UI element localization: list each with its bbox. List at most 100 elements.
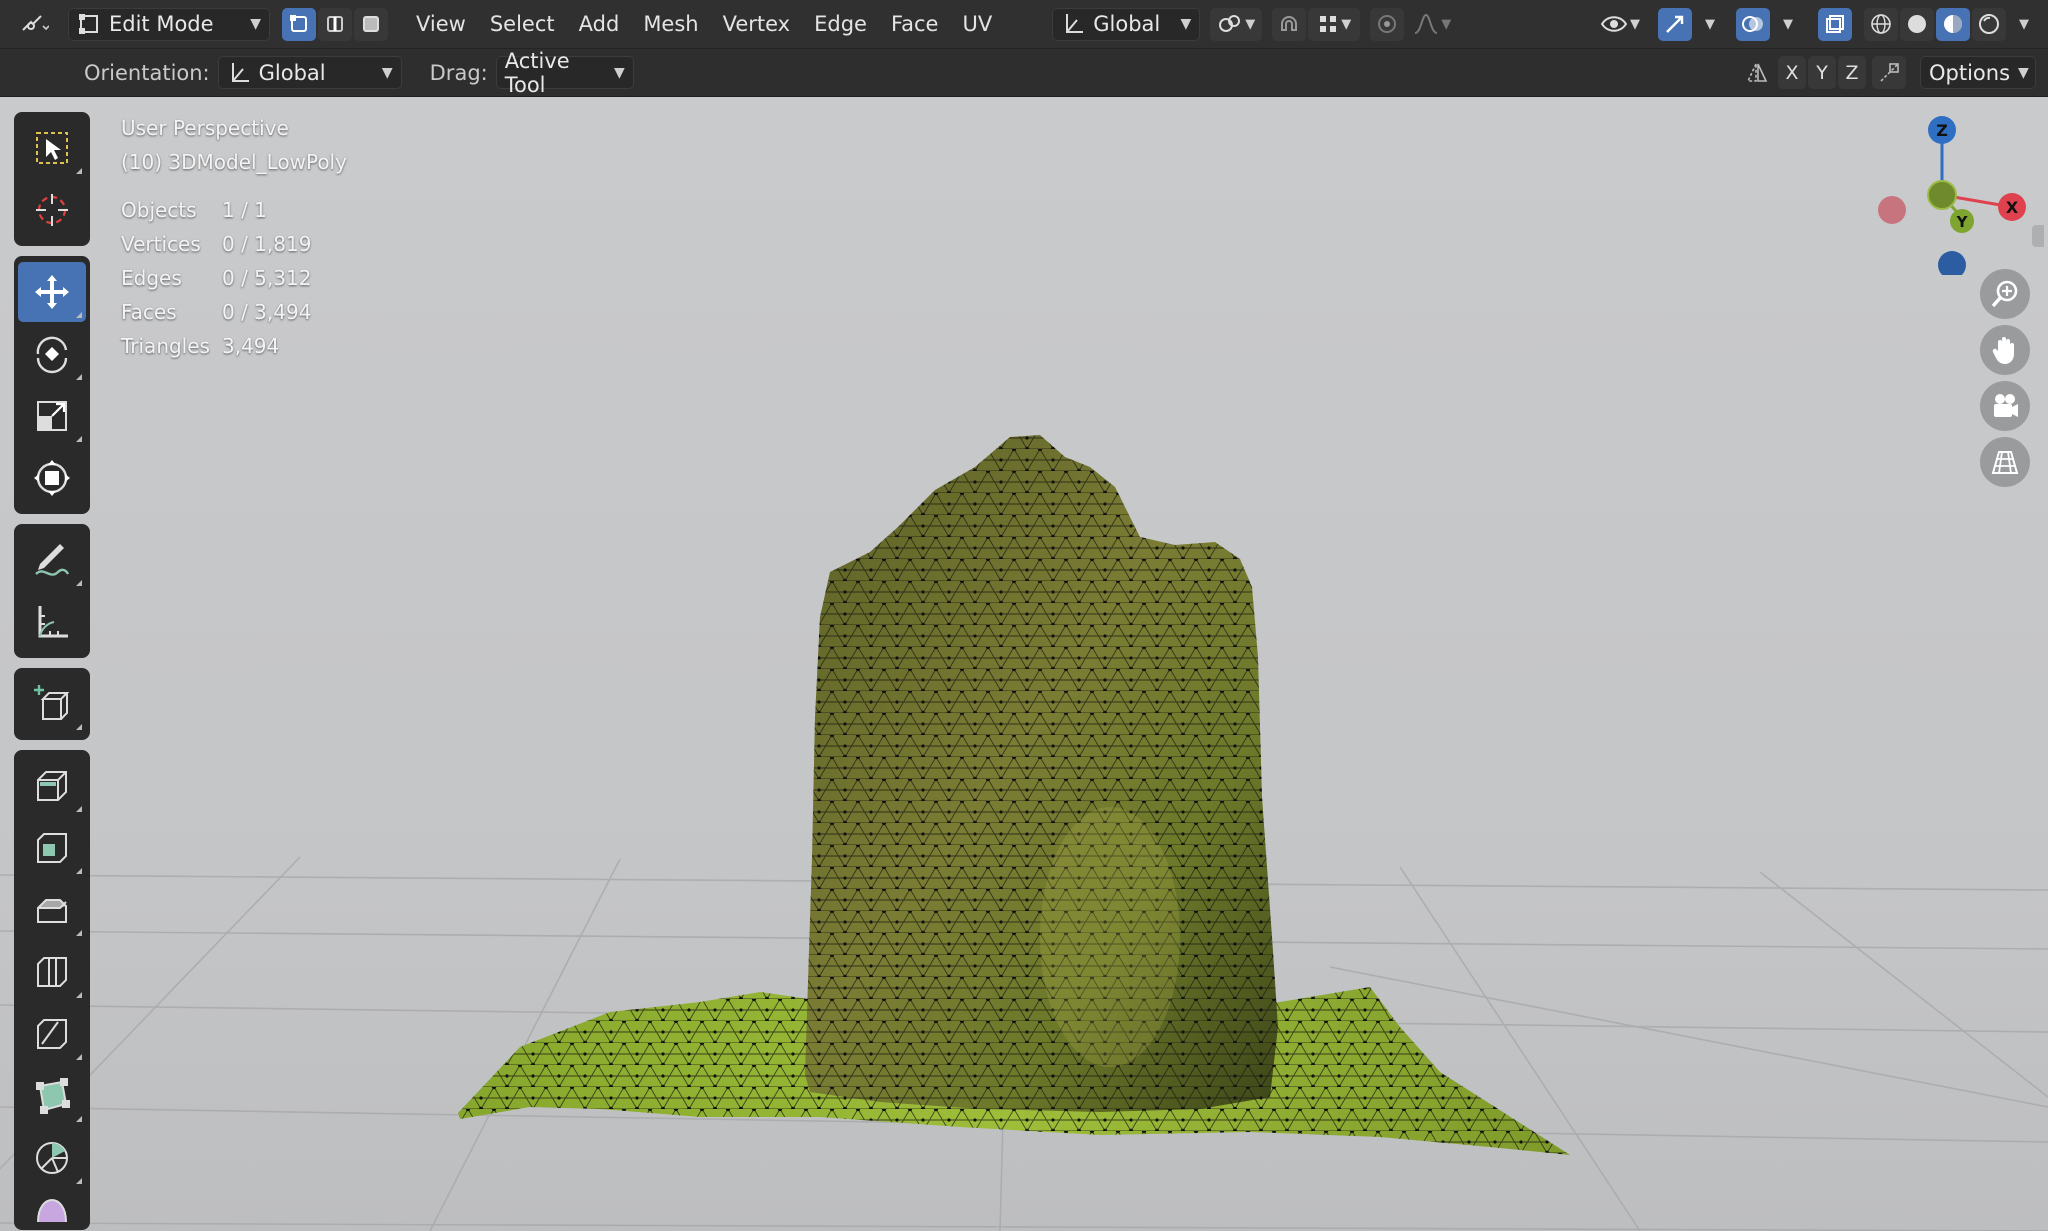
vertex-select-button[interactable] (282, 7, 316, 41)
menu-mesh[interactable]: Mesh (631, 8, 710, 41)
drag-dropdown[interactable]: Active Tool ▼ (495, 49, 634, 97)
ortho-toggle-button[interactable] (1980, 437, 2030, 487)
pivot-point-button[interactable]: ▼ (1210, 7, 1263, 41)
stat-key: Triangles (121, 334, 210, 358)
add-cube-tool[interactable] (18, 674, 86, 734)
topology-mirror-button[interactable] (1872, 56, 1906, 89)
smooth-tool[interactable] (18, 1190, 86, 1224)
wireframe-shading-button[interactable] (1864, 7, 1898, 41)
tool-group-select (14, 112, 90, 246)
measure-icon (38, 606, 68, 638)
gizmo-toggle-button[interactable] (1658, 7, 1692, 41)
mirror-button[interactable] (1740, 56, 1774, 89)
stat-row-vertices: Vertices 0 / 1,819 (121, 227, 347, 261)
gizmo-neg-z-handle[interactable] (1938, 251, 1966, 275)
mirror-icon (1746, 63, 1768, 82)
menu-edge[interactable]: Edge (802, 8, 879, 41)
zoom-button[interactable] (1980, 269, 2030, 319)
knife-tool[interactable] (18, 1004, 86, 1064)
overlays-toggle-button[interactable] (1736, 7, 1770, 41)
editor-type-button[interactable] (8, 7, 60, 41)
stat-key: Edges (121, 266, 182, 290)
stat-row-objects: Objects 1 / 1 (121, 193, 347, 227)
camera-view-button[interactable] (1980, 381, 2030, 431)
pan-button[interactable] (1980, 325, 2030, 375)
edge-select-button[interactable] (318, 7, 352, 41)
select-box-tool[interactable] (18, 118, 86, 178)
select-mode-group (282, 7, 388, 41)
gizmo-neg-x-handle[interactable] (1878, 196, 1906, 224)
orientation-value: Global (258, 60, 326, 85)
navigation-gizmo[interactable]: Z X Y (1870, 115, 2030, 275)
gizmo-neg-y-handle[interactable] (1927, 180, 1957, 210)
sidebar-toggle-handle[interactable] (2032, 225, 2044, 247)
annotate-icon (35, 544, 70, 576)
falloff-button[interactable]: ▼ (1406, 7, 1459, 41)
xray-icon (1826, 15, 1844, 33)
poly-build-tool[interactable] (18, 1066, 86, 1126)
proportional-edit-button[interactable] (1370, 7, 1405, 41)
xray-toggle-button[interactable] (1818, 7, 1852, 41)
overlays-icon (1742, 16, 1763, 32)
overlays-dropdown-button[interactable]: ▼ (1770, 7, 1804, 41)
stat-key: Vertices (121, 232, 201, 256)
measure-tool[interactable] (18, 592, 86, 652)
active-object-name: (10) 3DModel_LowPoly (121, 150, 347, 174)
shading-group (1864, 7, 2006, 41)
mode-dropdown[interactable]: Edit Mode ▼ (68, 7, 270, 41)
move-tool[interactable] (18, 262, 86, 322)
cursor-tool[interactable] (18, 180, 86, 240)
extrude-tool[interactable] (18, 756, 86, 816)
tool-group-mesh (14, 750, 90, 1230)
menu-select[interactable]: Select (478, 8, 567, 41)
hand-pan-icon (1992, 337, 2014, 364)
snap-target-button[interactable]: ▼ (1308, 7, 1361, 41)
gizmo-dropdown-button[interactable]: ▼ (1692, 7, 1726, 41)
orientation-label: Orientation: (84, 60, 210, 85)
inset-tool[interactable] (18, 818, 86, 878)
scale-tool[interactable] (18, 386, 86, 446)
transform-orientation-dropdown[interactable]: Global ▼ (1052, 7, 1201, 41)
mirror-y-button[interactable]: Y (1808, 56, 1836, 89)
menu-vertex[interactable]: Vertex (711, 8, 803, 41)
menu-face[interactable]: Face (879, 8, 951, 41)
bevel-tool[interactable] (18, 880, 86, 940)
rendered-shading-button[interactable] (1972, 7, 2006, 41)
loop-cut-tool[interactable] (18, 942, 86, 1002)
menu-view[interactable]: View (404, 8, 478, 41)
inset-icon (37, 833, 67, 863)
drag-value: Active Tool (504, 48, 570, 97)
add-cube-icon (34, 685, 70, 720)
gizmo-z-label: Z (1936, 121, 1948, 140)
proportional-edit-icon (1378, 15, 1397, 33)
visibility-button[interactable]: ▼ (1592, 7, 1648, 41)
transform-tool[interactable] (18, 448, 86, 508)
material-shading-button[interactable] (1936, 7, 1970, 41)
menu-add[interactable]: Add (567, 8, 632, 41)
chevron-down-icon: ▼ (2018, 64, 2029, 81)
orientation-dropdown[interactable]: Global ▼ (217, 56, 402, 89)
snap-toggle-button[interactable] (1272, 7, 1307, 41)
menu-uv[interactable]: UV (950, 8, 1004, 41)
chevron-down-icon: ▼ (1705, 16, 1715, 32)
mirror-x-button[interactable]: X (1778, 56, 1806, 89)
annotate-tool[interactable] (18, 530, 86, 590)
solid-shading-button[interactable] (1900, 7, 1934, 41)
viewport-info-overlay: User Perspective (10) 3DModel_LowPoly Ob… (121, 111, 347, 363)
stat-value: 3,494 (222, 334, 280, 358)
edge-select-icon (327, 16, 343, 32)
gizmo-x-label: X (2006, 198, 2019, 217)
mirror-z-button[interactable]: Z (1838, 56, 1866, 89)
eye-icon (1600, 16, 1628, 32)
pivot-link-icon (1219, 15, 1241, 32)
magnet-icon (1281, 16, 1298, 31)
face-select-icon (363, 16, 379, 32)
zoom-icon (1991, 280, 2018, 308)
shading-dropdown-button[interactable]: ▼ (2006, 7, 2040, 41)
spin-tool[interactable] (18, 1128, 86, 1188)
face-select-button[interactable] (354, 7, 388, 41)
rotate-tool[interactable] (18, 324, 86, 384)
mirror-axes-group: X Y Z (1778, 56, 1866, 89)
options-dropdown[interactable]: Options ▼ (1920, 56, 2036, 89)
3d-viewport[interactable]: User Perspective (10) 3DModel_LowPoly Ob… (0, 97, 2048, 1231)
